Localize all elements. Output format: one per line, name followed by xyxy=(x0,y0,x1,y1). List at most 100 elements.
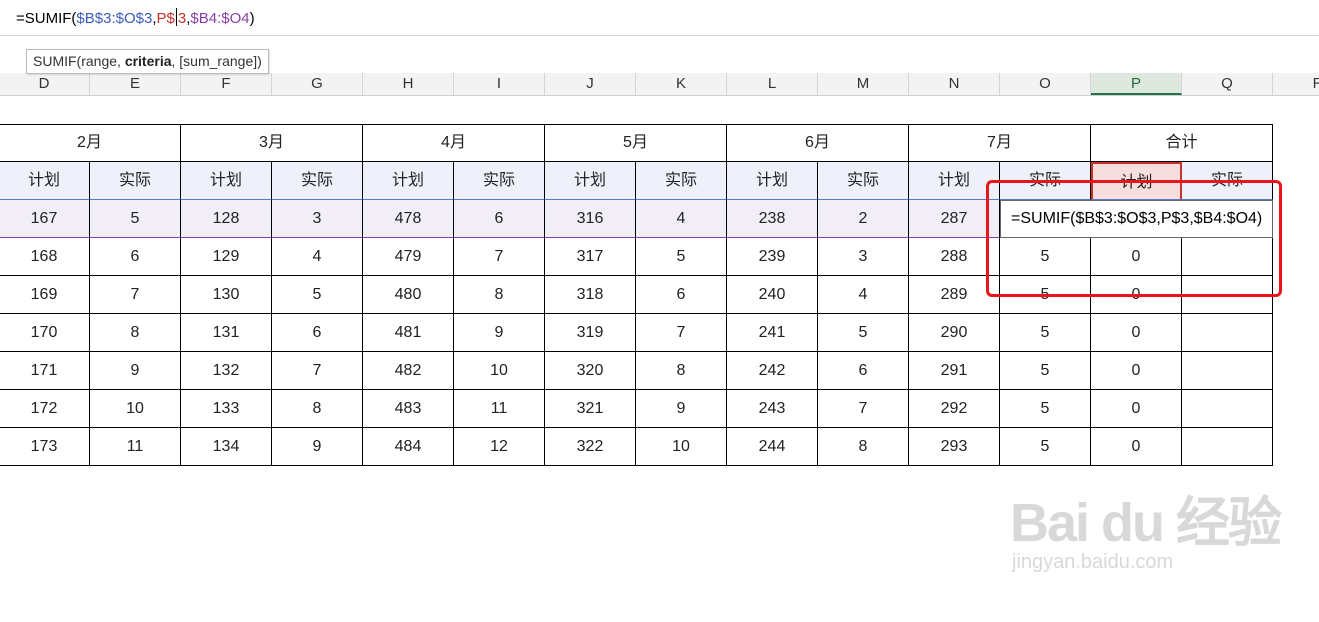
column-header-g[interactable]: G xyxy=(272,73,363,95)
table-cell[interactable]: 9 xyxy=(90,352,181,390)
table-cell[interactable]: 3 xyxy=(272,200,363,238)
sub-header-cell[interactable]: 实际 xyxy=(454,162,545,200)
table-cell[interactable]: 290 xyxy=(909,314,1000,352)
table-cell[interactable]: 5 xyxy=(1000,390,1091,428)
table-cell[interactable]: 131 xyxy=(181,314,272,352)
sub-header-cell[interactable]: 计划 xyxy=(909,162,1000,200)
table-cell[interactable]: 4 xyxy=(272,238,363,276)
table-cell[interactable]: 241 xyxy=(727,314,818,352)
cell-edit-input[interactable]: =SUMIF($B$3:$O$3,P$3,$B4:$O4) xyxy=(1000,200,1273,238)
table-cell[interactable]: 5 xyxy=(636,238,727,276)
column-header-p[interactable]: P xyxy=(1091,73,1182,95)
table-cell[interactable]: 321 xyxy=(545,390,636,428)
table-cell[interactable]: 10 xyxy=(90,390,181,428)
table-cell[interactable]: 8 xyxy=(272,390,363,428)
column-header-n[interactable]: N xyxy=(909,73,1000,95)
column-header-r[interactable]: R xyxy=(1273,73,1319,95)
column-header-j[interactable]: J xyxy=(545,73,636,95)
table-cell[interactable]: 316 xyxy=(545,200,636,238)
column-header-o[interactable]: O xyxy=(1000,73,1091,95)
table-cell[interactable]: 6 xyxy=(454,200,545,238)
table-cell[interactable]: 172 xyxy=(0,390,90,428)
table-cell[interactable]: 9 xyxy=(636,390,727,428)
table-cell[interactable]: 134 xyxy=(181,428,272,466)
table-cell[interactable]: 0 xyxy=(1091,352,1182,390)
table-cell[interactable]: 5 xyxy=(272,276,363,314)
table-cell[interactable]: 129 xyxy=(181,238,272,276)
table-cell[interactable]: 11 xyxy=(454,390,545,428)
column-header-f[interactable]: F xyxy=(181,73,272,95)
table-cell[interactable]: 240 xyxy=(727,276,818,314)
sub-header-cell[interactable]: 计划 xyxy=(181,162,272,200)
table-cell[interactable]: 5 xyxy=(1000,238,1091,276)
table-cell[interactable]: 482 xyxy=(363,352,454,390)
table-cell[interactable]: 169 xyxy=(0,276,90,314)
table-cell[interactable]: 292 xyxy=(909,390,1000,428)
column-header-k[interactable]: K xyxy=(636,73,727,95)
month-header-cell[interactable]: 5月 xyxy=(545,124,727,162)
month-header-cell[interactable]: 4月 xyxy=(363,124,545,162)
table-cell[interactable]: 317 xyxy=(545,238,636,276)
column-header-m[interactable]: M xyxy=(818,73,909,95)
column-header-l[interactable]: L xyxy=(727,73,818,95)
table-cell[interactable]: 0 xyxy=(1091,428,1182,466)
table-cell[interactable] xyxy=(1182,314,1273,352)
table-cell[interactable]: 484 xyxy=(363,428,454,466)
table-cell[interactable]: 5 xyxy=(1000,314,1091,352)
table-cell[interactable]: 7 xyxy=(90,276,181,314)
sub-header-cell[interactable]: 实际 xyxy=(636,162,727,200)
table-cell[interactable]: 239 xyxy=(727,238,818,276)
table-cell[interactable]: 130 xyxy=(181,276,272,314)
sub-header-cell[interactable]: 计划 xyxy=(545,162,636,200)
sub-header-cell[interactable]: 实际 xyxy=(90,162,181,200)
table-cell[interactable]: 8 xyxy=(454,276,545,314)
table-cell[interactable]: 4 xyxy=(636,200,727,238)
table-cell[interactable]: 483 xyxy=(363,390,454,428)
table-cell[interactable]: 5 xyxy=(90,200,181,238)
table-cell[interactable]: 0 xyxy=(1091,390,1182,428)
table-cell[interactable]: 167 xyxy=(0,200,90,238)
table-cell[interactable]: 132 xyxy=(181,352,272,390)
table-cell[interactable]: 289 xyxy=(909,276,1000,314)
table-cell[interactable]: 10 xyxy=(636,428,727,466)
table-cell[interactable]: 5 xyxy=(1000,352,1091,390)
formula-text[interactable]: =SUMIF($B$3:$O$3,P$ 3,$B4:$O4) xyxy=(16,8,255,27)
table-cell[interactable]: 291 xyxy=(909,352,1000,390)
sub-header-cell[interactable]: 计划 xyxy=(0,162,90,200)
column-header-e[interactable]: E xyxy=(90,73,181,95)
column-header-h[interactable]: H xyxy=(363,73,454,95)
formula-bar[interactable]: =SUMIF($B$3:$O$3,P$ 3,$B4:$O4) xyxy=(0,0,1319,36)
table-cell[interactable]: 322 xyxy=(545,428,636,466)
table-cell[interactable]: 6 xyxy=(818,352,909,390)
table-cell[interactable]: 128 xyxy=(181,200,272,238)
table-cell[interactable]: 479 xyxy=(363,238,454,276)
table-cell[interactable]: 8 xyxy=(818,428,909,466)
column-header-i[interactable]: I xyxy=(454,73,545,95)
month-header-cell[interactable]: 3月 xyxy=(181,124,363,162)
table-cell[interactable]: 0 xyxy=(1091,276,1182,314)
table-cell[interactable]: 7 xyxy=(636,314,727,352)
table-cell[interactable]: 6 xyxy=(272,314,363,352)
table-cell[interactable]: 8 xyxy=(636,352,727,390)
table-cell[interactable]: 12 xyxy=(454,428,545,466)
table-cell[interactable]: 133 xyxy=(181,390,272,428)
sub-header-cell[interactable]: 实际 xyxy=(1182,162,1273,200)
table-cell[interactable] xyxy=(1182,238,1273,276)
table-cell[interactable]: 319 xyxy=(545,314,636,352)
table-cell[interactable]: 6 xyxy=(636,276,727,314)
sub-header-cell[interactable]: 实际 xyxy=(272,162,363,200)
table-cell[interactable]: 5 xyxy=(1000,276,1091,314)
table-cell[interactable]: 4 xyxy=(818,276,909,314)
table-cell[interactable]: 242 xyxy=(727,352,818,390)
table-cell[interactable]: 9 xyxy=(454,314,545,352)
table-cell[interactable]: 5 xyxy=(818,314,909,352)
month-header-cell[interactable]: 6月 xyxy=(727,124,909,162)
table-cell[interactable]: 10 xyxy=(454,352,545,390)
table-cell[interactable]: 238 xyxy=(727,200,818,238)
table-cell[interactable]: 293 xyxy=(909,428,1000,466)
table-cell[interactable]: 173 xyxy=(0,428,90,466)
table-cell[interactable] xyxy=(1182,428,1273,466)
table-cell[interactable]: 2 xyxy=(818,200,909,238)
table-cell[interactable]: 7 xyxy=(454,238,545,276)
table-cell[interactable]: 11 xyxy=(90,428,181,466)
